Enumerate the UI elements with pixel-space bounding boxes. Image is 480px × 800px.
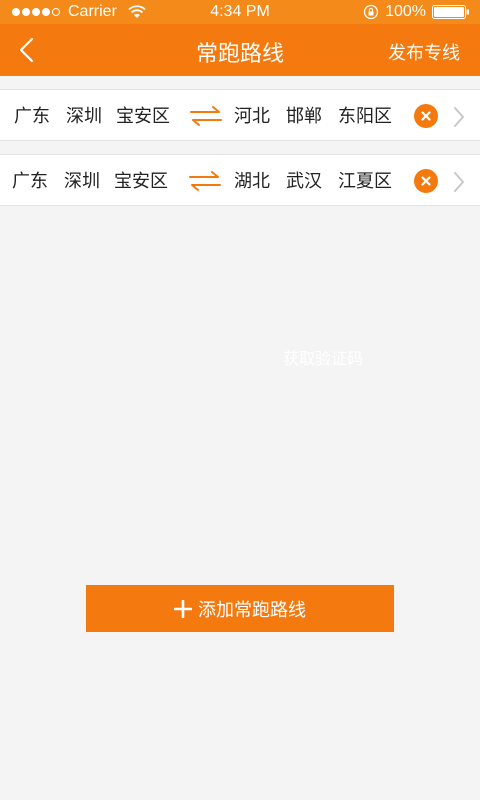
add-route-label: 添加常跑路线 [198,599,306,621]
close-icon [421,176,431,186]
from-city: 深圳 [64,171,100,192]
close-icon [421,111,431,121]
get-verification-code-text: 获取验证码 [283,349,364,368]
chevron-right-icon [454,172,464,192]
to-city: 邯郸 [286,106,322,127]
to-city: 武汉 [286,171,322,192]
add-route-button[interactable]: 添加常跑路线 [86,585,394,632]
publish-line-button[interactable]: 发布专线 [388,39,460,65]
delete-route-button[interactable] [414,104,438,128]
nav-header: 常跑路线 发布专线 [0,24,480,76]
battery-icon [432,5,469,19]
from-district: 宝安区 [116,106,170,127]
status-right: 100% [363,3,470,21]
from-province: 广东 [14,106,50,127]
plus-icon [174,599,192,618]
to-province: 河北 [234,106,270,127]
status-bar: Carrier 4:34 PM 100% [0,0,480,24]
from-province: 广东 [12,171,48,192]
battery-percent: 100% [385,3,426,20]
to-province: 湖北 [234,171,270,192]
chevron-right-icon [454,107,464,127]
from-city: 深圳 [66,106,102,127]
to-district: 江夏区 [338,171,392,192]
to-district: 东阳区 [338,106,392,127]
delete-route-button[interactable] [414,169,438,193]
route-row[interactable]: 广东 深圳 宝安区 河北 邯郸 东阳区 [0,89,480,141]
from-district: 宝安区 [114,171,168,192]
swap-arrows-icon [190,106,222,126]
orientation-lock-icon [363,4,379,20]
swap-arrows-icon [189,171,221,191]
route-row[interactable]: 广东 深圳 宝安区 湖北 武汉 江夏区 [0,154,480,206]
